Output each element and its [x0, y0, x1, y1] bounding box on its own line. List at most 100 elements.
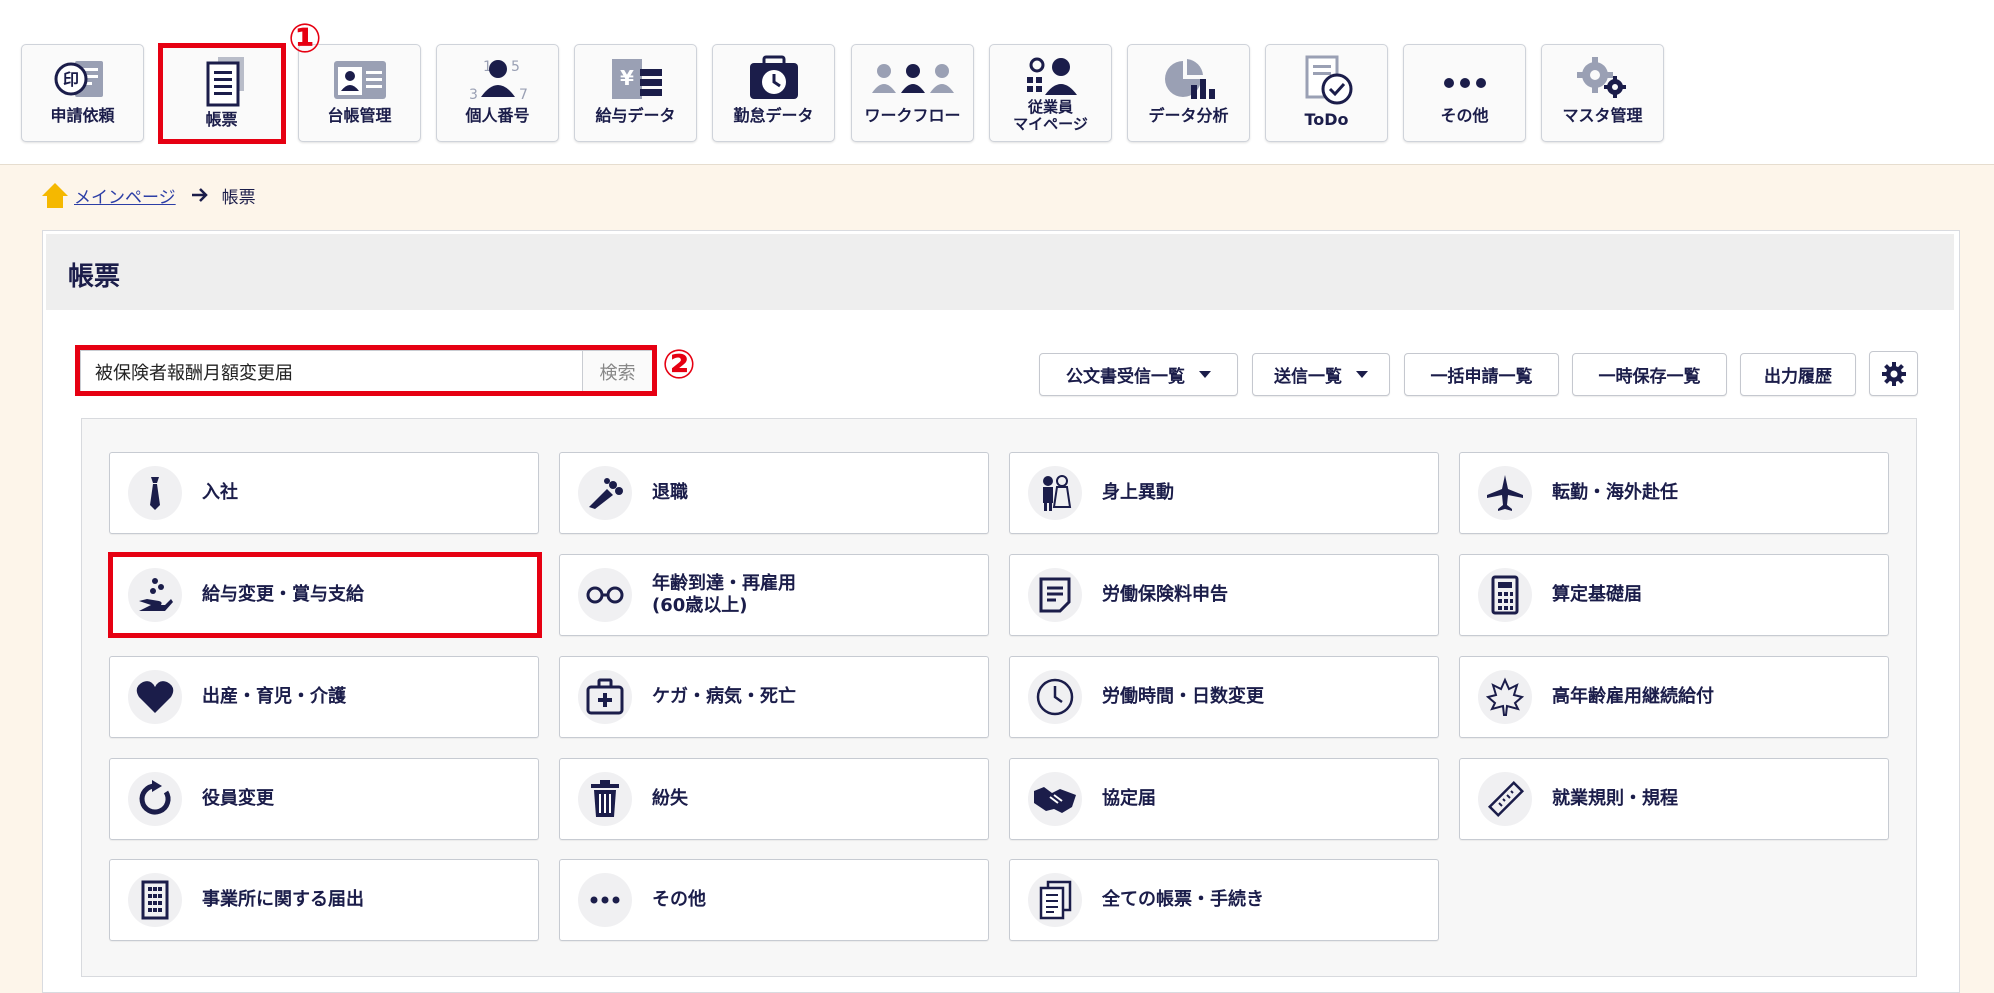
settings-button[interactable]: [1869, 351, 1918, 396]
gear-icon: [1881, 361, 1906, 386]
panel-header: [46, 234, 1954, 310]
bouquet-icon: [589, 478, 623, 509]
ellipsis-icon: [590, 896, 620, 904]
tie-icon: [150, 477, 160, 510]
category-label: 入社: [202, 482, 238, 503]
breadcrumb: メインページ 帳票: [40, 180, 256, 210]
category-card-other[interactable]: その他: [559, 859, 989, 941]
couple-icon: [1043, 475, 1072, 511]
nav-master[interactable]: マスタ管理: [1541, 44, 1664, 142]
category-card-elder-employment[interactable]: 高年齢雇用継続給付: [1459, 656, 1889, 738]
page-title: 帳票: [68, 262, 121, 292]
documents-icon: [1039, 880, 1072, 920]
nav-attendance-data-label: 勤怠データ: [733, 106, 814, 125]
annotation-number-1: ①: [288, 16, 322, 62]
category-card-joining[interactable]: 入社: [109, 452, 539, 534]
nav-workflow[interactable]: ワークフロー: [851, 44, 974, 142]
salary-data-icon: ¥: [611, 59, 662, 99]
svg-text:3: 3: [469, 87, 478, 103]
caret-down-icon: [1199, 371, 1211, 378]
category-card-personal-change[interactable]: 身上異動: [1009, 452, 1439, 534]
attendance-icon: [749, 55, 798, 99]
svg-text:7: 7: [519, 87, 528, 103]
nav-data-analysis[interactable]: データ分析: [1127, 44, 1250, 142]
category-card-basic-calculation[interactable]: 算定基礎届: [1459, 554, 1889, 636]
nav-salary-data-label: 給与データ: [595, 106, 676, 125]
nav-employee-mypage[interactable]: 従業員 マイページ: [989, 44, 1112, 142]
first-aid-icon: [586, 678, 624, 715]
category-card-age-reemployment[interactable]: 年齢到達・再雇用 (60歳以上): [559, 554, 989, 636]
category-card-childcare[interactable]: 出産・育児・介護: [109, 656, 539, 738]
annotation-box-2: [75, 345, 657, 396]
breadcrumb-current: 帳票: [221, 187, 256, 208]
public-docs-label: 公文書受信一覧: [1066, 367, 1185, 387]
category-label: 労働時間・日数変更: [1102, 686, 1264, 707]
annotation-number-2: ②: [662, 342, 696, 388]
category-label: 労働保険料申告: [1102, 584, 1228, 605]
employee-icon: [1026, 57, 1077, 95]
home-icon[interactable]: [40, 180, 70, 210]
category-label: 協定届: [1102, 788, 1156, 809]
category-label: 出産・育児・介護: [202, 686, 346, 707]
nav-todo[interactable]: ToDo: [1265, 44, 1388, 142]
category-card-agreement[interactable]: 協定届: [1009, 758, 1439, 840]
stamp-icon: 印: [54, 61, 103, 97]
category-label: その他: [652, 889, 706, 910]
svg-text:印: 印: [62, 70, 78, 89]
breadcrumb-home-link[interactable]: メインページ: [74, 183, 176, 208]
category-label: 事業所に関する届出: [202, 889, 364, 910]
more-icon: [1443, 78, 1486, 88]
gear-icon: [1576, 57, 1626, 98]
sent-list-dropdown[interactable]: 送信一覧: [1252, 353, 1390, 396]
category-label: 高年齢雇用継続給付: [1552, 686, 1714, 707]
output-history-button[interactable]: 出力履歴: [1740, 353, 1856, 396]
nav-personal-number[interactable]: 1 5 3 7 個人番号: [436, 44, 559, 142]
nav-request[interactable]: 印 申請依頼: [21, 44, 144, 142]
nav-workflow-label: ワークフロー: [864, 106, 961, 125]
svg-text:5: 5: [511, 59, 520, 75]
ledger-icon: [333, 61, 386, 99]
trash-icon: [591, 780, 619, 817]
temp-save-button[interactable]: 一時保存一覧: [1572, 353, 1727, 396]
category-label: 役員変更: [202, 788, 274, 809]
glasses-icon: [586, 586, 624, 604]
category-card-work-rules[interactable]: 就業規則・規程: [1459, 758, 1889, 840]
category-card-retirement[interactable]: 退職: [559, 452, 989, 534]
category-card-transfer[interactable]: 転勤・海外赴任: [1459, 452, 1889, 534]
category-label: 算定基礎届: [1552, 584, 1642, 605]
category-card-working-hours[interactable]: 労働時間・日数変更: [1009, 656, 1439, 738]
chart-icon: [1164, 59, 1215, 99]
nav-other-label: その他: [1440, 106, 1489, 125]
nav-other[interactable]: その他: [1403, 44, 1526, 142]
category-card-office-notification[interactable]: 事業所に関する届出: [109, 859, 539, 941]
category-card-labor-insurance[interactable]: 労働保険料申告: [1009, 554, 1439, 636]
bulk-request-button[interactable]: 一括申請一覧: [1404, 353, 1559, 396]
person-number-icon: 1 5 3 7: [469, 59, 528, 103]
category-card-officer-change[interactable]: 役員変更: [109, 758, 539, 840]
public-docs-dropdown[interactable]: 公文書受信一覧: [1039, 353, 1238, 396]
building-icon: [141, 880, 169, 920]
refresh-icon: [139, 780, 171, 815]
category-card-lost[interactable]: 紛失: [559, 758, 989, 840]
form-icon: [1039, 577, 1071, 613]
heart-icon: [136, 681, 174, 713]
nav-request-label: 申請依頼: [50, 106, 115, 125]
calculator-icon: [1491, 575, 1519, 615]
nav-attendance-data[interactable]: 勤怠データ: [712, 44, 835, 142]
nav-employee-mypage-label: 従業員 マイページ: [1013, 98, 1088, 133]
nav-data-analysis-label: データ分析: [1148, 106, 1229, 125]
todo-icon: [1305, 55, 1352, 105]
annotation-box-1: [158, 43, 286, 144]
airplane-icon: [1487, 475, 1523, 511]
category-card-all-forms[interactable]: 全ての帳票・手続き: [1009, 859, 1439, 941]
nav-ledger-label: 台帳管理: [327, 106, 392, 125]
maple-leaf-icon: [1485, 677, 1525, 716]
nav-master-label: マスタ管理: [1562, 106, 1643, 125]
nav-salary-data[interactable]: ¥ 給与データ: [574, 44, 697, 142]
category-label: 退職: [652, 482, 688, 503]
workflow-icon: [871, 64, 954, 93]
category-label: 身上異動: [1102, 482, 1174, 503]
category-label: 就業規則・規程: [1552, 788, 1678, 809]
nav-todo-label: ToDo: [1304, 110, 1349, 129]
category-card-injury[interactable]: ケガ・病気・死亡: [559, 656, 989, 738]
